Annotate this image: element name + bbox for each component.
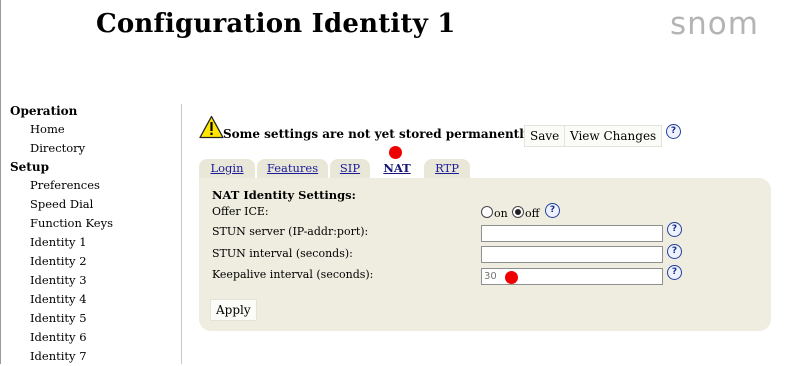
offer-ice-on-label: on xyxy=(494,207,508,220)
stun-server-label: STUN server (IP-addr:port): xyxy=(212,225,369,238)
tab-sip[interactable]: SIP xyxy=(330,159,370,178)
window-edge xyxy=(0,0,1,364)
sidebar-divider xyxy=(181,104,182,364)
sidebar-item-identity-4[interactable]: Identity 4 xyxy=(10,290,180,309)
offer-ice-off-label: off xyxy=(525,207,540,220)
stun-interval-label: STUN interval (seconds): xyxy=(212,247,353,260)
sidebar-item-function-keys[interactable]: Function Keys xyxy=(10,214,180,233)
tab-login[interactable]: Login xyxy=(199,159,255,178)
snom-logo: snom xyxy=(670,6,759,42)
warning-triangle-icon xyxy=(199,115,224,139)
unsaved-notice-text: Some settings are not yet stored permane… xyxy=(223,127,534,141)
sidebar-item-identity-1[interactable]: Identity 1 xyxy=(10,233,180,252)
keepalive-interval-help-icon[interactable]: ? xyxy=(667,265,682,280)
sidebar-item-identity-6[interactable]: Identity 6 xyxy=(10,328,180,347)
page-title: Configuration Identity 1 xyxy=(96,9,456,39)
sidebar-item-identity-2[interactable]: Identity 2 xyxy=(10,252,180,271)
panel-heading: NAT Identity Settings: xyxy=(212,188,356,202)
stun-server-input[interactable] xyxy=(481,225,663,242)
sidebar-item-identity-3[interactable]: Identity 3 xyxy=(10,271,180,290)
sidebar-nav: Operation Home Directory Setup Preferenc… xyxy=(10,102,180,366)
apply-button[interactable]: Apply xyxy=(210,299,257,321)
help-icon[interactable]: ? xyxy=(666,124,681,139)
stun-server-help-icon[interactable]: ? xyxy=(667,222,682,237)
sidebar-item-preferences[interactable]: Preferences xyxy=(10,176,180,195)
sidebar-item-identity-7[interactable]: Identity 7 xyxy=(10,347,180,366)
sidebar-item-home[interactable]: Home xyxy=(10,120,180,139)
save-button[interactable]: Save xyxy=(524,125,566,147)
sidebar-section-operation: Operation xyxy=(10,104,78,118)
marker-dot xyxy=(505,271,518,284)
tab-rtp[interactable]: RTP xyxy=(424,159,470,178)
sidebar-section-setup: Setup xyxy=(10,160,49,174)
offer-ice-on-radio[interactable] xyxy=(481,206,493,218)
tab-features[interactable]: Features xyxy=(257,159,328,178)
nat-settings-panel: NAT Identity Settings: Offer ICE: on off… xyxy=(199,178,771,331)
stun-interval-help-icon[interactable]: ? xyxy=(667,244,682,259)
stun-interval-input[interactable] xyxy=(481,246,663,263)
sidebar-item-identity-5[interactable]: Identity 5 xyxy=(10,309,180,328)
sidebar-item-speed-dial[interactable]: Speed Dial xyxy=(10,195,180,214)
offer-ice-label: Offer ICE: xyxy=(212,205,269,218)
tab-nat[interactable]: NAT xyxy=(372,159,422,178)
keepalive-interval-label: Keepalive interval (seconds): xyxy=(212,268,374,281)
marker-dot xyxy=(389,146,402,159)
offer-ice-help-icon[interactable]: ? xyxy=(545,203,560,218)
view-changes-button[interactable]: View Changes xyxy=(564,125,663,147)
offer-ice-off-radio[interactable] xyxy=(512,206,524,218)
sidebar-item-directory[interactable]: Directory xyxy=(10,139,180,158)
